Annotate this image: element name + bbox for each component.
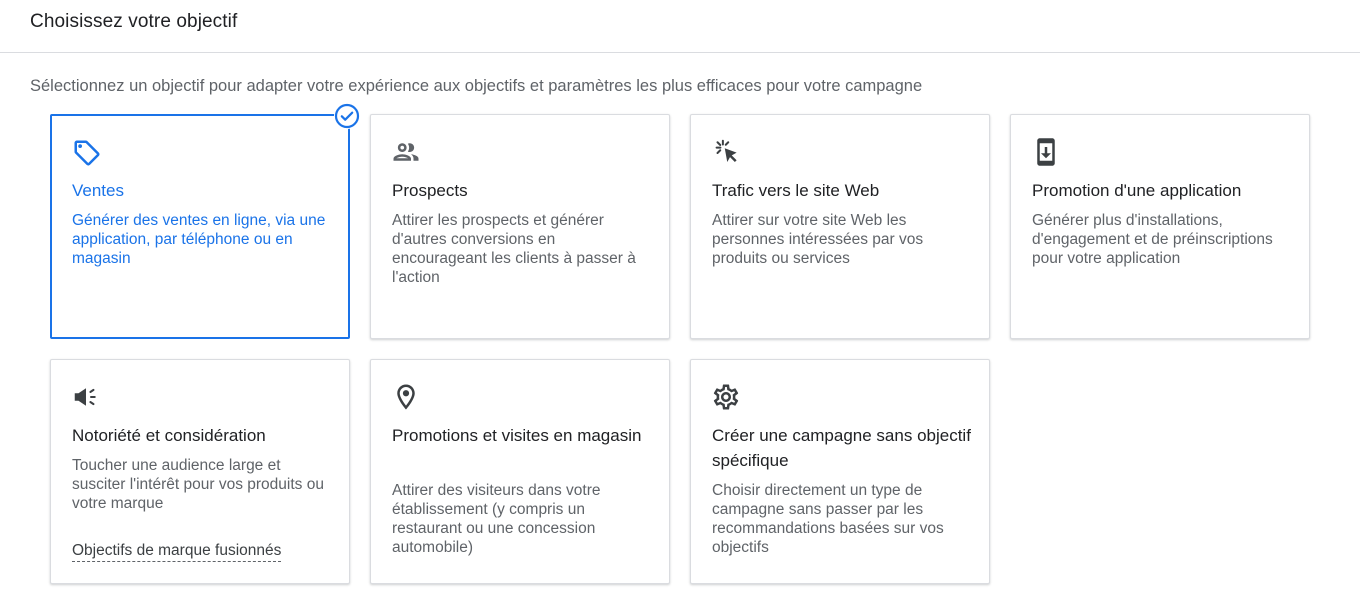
goal-card-title: Créer une campagne sans objectif spécifi…: [712, 426, 971, 470]
merged-brand-goals-link[interactable]: Objectifs de marque fusionnés: [72, 541, 282, 562]
dialog-header: Choisissez votre objectif: [0, 0, 1360, 53]
goal-card-sales[interactable]: Ventes Générer des ventes en ligne, via …: [50, 114, 350, 339]
goal-card-title: Notoriété et considération: [72, 426, 266, 445]
goal-card-website-traffic[interactable]: Trafic vers le site Web Attirer sur votr…: [690, 114, 990, 339]
goal-card-title: Prospects: [392, 181, 468, 200]
goal-card-no-goal[interactable]: Créer une campagne sans objectif spécifi…: [690, 359, 990, 584]
goal-card-description: Choisir directement un type de campagne …: [712, 482, 944, 556]
goal-card-awareness[interactable]: Notoriété et considération Toucher une a…: [50, 359, 350, 584]
gear-icon: [711, 382, 741, 412]
goal-card-description: Générer plus d'installations, d'engageme…: [1032, 212, 1273, 267]
cursor-click-icon: [711, 137, 741, 167]
instructions-text: Sélectionnez un objectif pour adapter vo…: [30, 77, 923, 95]
people-icon: [391, 137, 421, 167]
goal-card-title: Promotion d'une application: [1032, 181, 1242, 200]
goal-card-leads[interactable]: Prospects Attirer les prospects et génér…: [370, 114, 670, 339]
goal-card-local-visits[interactable]: Promotions et visites en magasin Attirer…: [370, 359, 670, 584]
check-circle-icon: [334, 103, 360, 129]
goal-card-description: Attirer des visiteurs dans votre établis…: [392, 482, 601, 556]
goal-card-app-promotion[interactable]: Promotion d'une application Générer plus…: [1010, 114, 1310, 339]
goal-card-description: Attirer les prospects et générer d'autre…: [392, 212, 636, 286]
tag-icon: [72, 138, 102, 168]
goal-card-title: Trafic vers le site Web: [712, 181, 880, 200]
page-title: Choisissez votre objectif: [30, 11, 238, 32]
goal-card-description: Générer des ventes en ligne, via une app…: [72, 212, 326, 267]
phone-download-icon: [1031, 137, 1061, 167]
location-pin-icon: [391, 382, 421, 412]
goal-card-description: Attirer sur votre site Web les personnes…: [712, 212, 924, 267]
goal-card-title: Promotions et visites en magasin: [392, 426, 642, 445]
goal-card-description: Toucher une audience large et susciter l…: [72, 457, 324, 512]
goal-card-title: Ventes: [72, 181, 124, 200]
megaphone-icon: [71, 382, 101, 412]
